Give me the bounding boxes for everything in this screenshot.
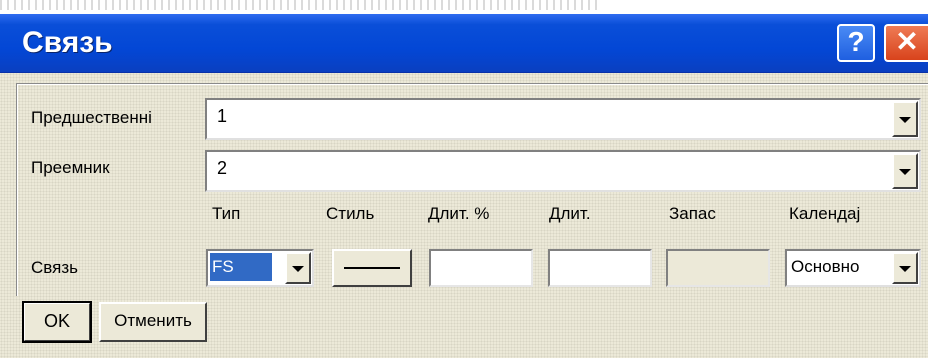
calendar-value: Основно: [791, 257, 860, 276]
successor-label: Преемник: [31, 158, 110, 177]
close-button[interactable]: ✕: [884, 24, 928, 62]
line-style-preview: [344, 267, 400, 269]
link-type-combo[interactable]: FS: [206, 249, 314, 287]
lag-column-label: Длит.: [549, 204, 591, 223]
calendar-column-label: Календај: [789, 204, 861, 223]
slack-field: [666, 249, 770, 287]
link-label: Связь: [31, 258, 78, 277]
successor-combo[interactable]: 2: [205, 150, 921, 192]
lag-field[interactable]: [548, 249, 652, 287]
link-type-value: FS: [212, 257, 234, 276]
predecessor-label: Предшественні: [31, 108, 152, 127]
lag-percent-field[interactable]: [429, 249, 533, 287]
calendar-dropdown-button[interactable]: [892, 252, 918, 284]
dialog-title: Связь: [22, 26, 113, 59]
help-button[interactable]: ?: [837, 24, 875, 62]
ok-button[interactable]: OK: [22, 301, 92, 343]
successor-dropdown-button[interactable]: [892, 153, 918, 189]
predecessor-dropdown-button[interactable]: [892, 101, 918, 137]
dialog-client-area: Предшественні 1 Преемник 2 Тип Стиль Дли…: [0, 73, 928, 358]
link-type-dropdown-button[interactable]: [285, 252, 311, 284]
line-style-button[interactable]: [332, 249, 412, 287]
calendar-combo[interactable]: Основно: [785, 249, 921, 287]
predecessor-value: 1: [217, 106, 228, 126]
slack-column-label: Запас: [669, 204, 716, 223]
lag-percent-column-label: Длит. %: [428, 204, 490, 223]
predecessor-combo[interactable]: 1: [205, 98, 921, 140]
close-x-icon: ✕: [895, 26, 919, 57]
background-strip: [0, 0, 928, 14]
successor-value: 2: [217, 158, 228, 178]
link-type-selection: FS: [210, 253, 272, 281]
style-column-label: Стиль: [326, 204, 375, 223]
question-mark-icon: ?: [847, 26, 865, 57]
type-column-label: Тип: [212, 204, 241, 223]
link-dialog: Связь ? ✕ Предшественні 1 Преемник 2 Тип…: [0, 14, 928, 358]
title-bar[interactable]: Связь ? ✕: [0, 14, 928, 73]
cancel-button[interactable]: Отменить: [99, 302, 207, 342]
